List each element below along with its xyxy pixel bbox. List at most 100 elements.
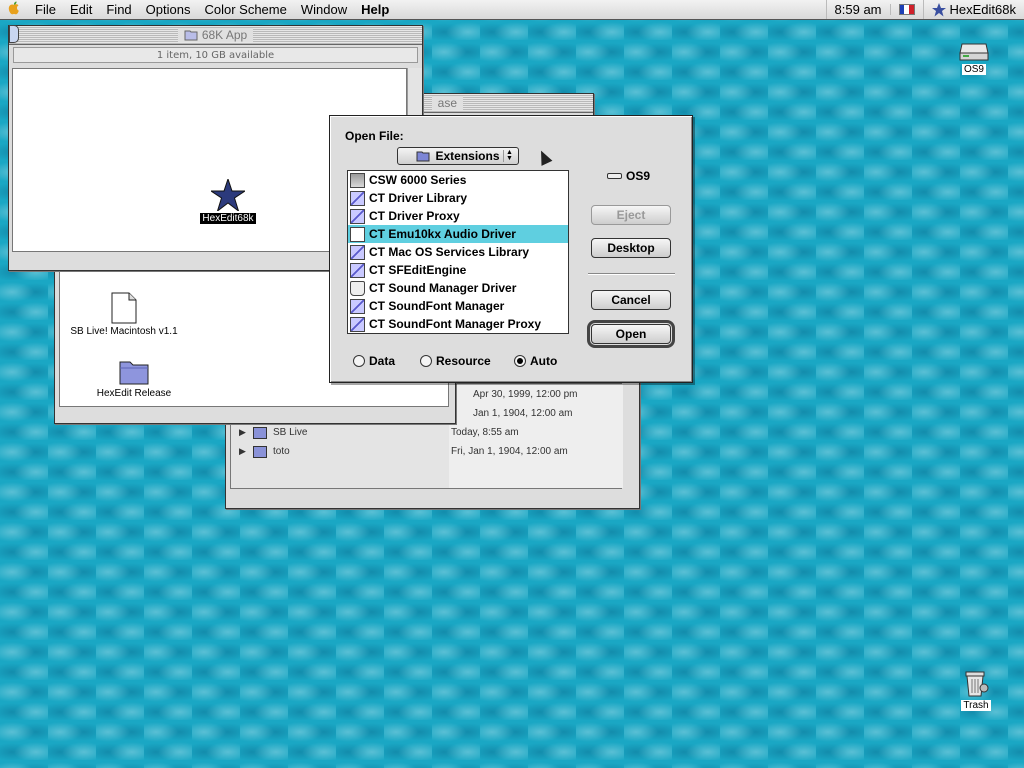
menu-window[interactable]: Window bbox=[294, 0, 354, 19]
data-radio[interactable]: Data bbox=[353, 354, 395, 368]
icon-label: HexEdit68k bbox=[200, 213, 256, 224]
french-flag-icon bbox=[898, 4, 915, 15]
open-file-dialog[interactable]: Open File: Extensions ▲ ▼ CSW 6000 Series… bbox=[329, 115, 693, 383]
dialog-separator bbox=[588, 273, 675, 275]
row-name: SB Live bbox=[273, 427, 308, 438]
extension-icon bbox=[350, 190, 365, 206]
file-name: CSW 6000 Series bbox=[369, 173, 467, 187]
file-name: CT Emu10kx Audio Driver bbox=[369, 227, 516, 241]
extension-icon bbox=[350, 298, 365, 314]
file-list-item[interactable]: CT SFEditEngine bbox=[348, 261, 568, 279]
folder-icon bbox=[253, 426, 267, 439]
application-menu[interactable]: HexEdit68k bbox=[922, 0, 1024, 19]
hard-disk-icon bbox=[959, 43, 989, 61]
row-date: Apr 30, 1999, 12:00 pm bbox=[473, 389, 578, 400]
file-name: CT Sound Manager Driver bbox=[369, 281, 517, 295]
window-title: ase bbox=[431, 96, 463, 110]
document-icon bbox=[350, 226, 365, 242]
file-list-item[interactable]: CT Driver Library bbox=[348, 189, 568, 207]
menu-bar: File Edit Find Options Color Scheme Wind… bbox=[0, 0, 1024, 20]
file-name: CT SoundFont Manager bbox=[369, 299, 505, 313]
folder-icon bbox=[253, 445, 267, 458]
extension-icon bbox=[350, 316, 365, 332]
auto-radio[interactable]: Auto bbox=[514, 354, 557, 368]
eject-button[interactable]: Eject bbox=[591, 205, 671, 225]
resource-radio[interactable]: Resource bbox=[420, 354, 491, 368]
file-list-item[interactable]: CT Sound Manager Driver bbox=[348, 279, 568, 297]
window-title-group: 68K App bbox=[177, 28, 254, 42]
icon-label: SB Live! Macintosh v1.1 bbox=[70, 326, 178, 337]
flag-stripe-red bbox=[908, 5, 914, 14]
folder-icon bbox=[119, 361, 149, 385]
trash-item[interactable]: Trash bbox=[954, 668, 998, 711]
file-name: CT SFEditEngine bbox=[369, 263, 467, 277]
list-row[interactable]: ▶ toto Fri, Jan 1, 1904, 12:00 am bbox=[231, 442, 623, 461]
trash-icon bbox=[965, 671, 989, 697]
radio-circle bbox=[420, 355, 432, 367]
list-row[interactable]: ▶ SB Live Today, 8:55 am bbox=[231, 423, 623, 442]
menu-help[interactable]: Help bbox=[354, 0, 396, 19]
row-date: Today, 8:55 am bbox=[451, 427, 519, 438]
installer-document-item[interactable]: SB Live! Macintosh v1.1 bbox=[64, 292, 184, 337]
row-date: Jan 1, 1904, 12:00 am bbox=[473, 408, 573, 419]
file-list-item[interactable]: CT SoundFont Manager bbox=[348, 297, 568, 315]
icon-label: Trash bbox=[961, 700, 991, 711]
dialog-label: Open File: bbox=[345, 129, 404, 143]
radio-circle bbox=[353, 355, 365, 367]
hexedit-app-icon bbox=[931, 2, 946, 16]
popup-arrows-icon: ▲ ▼ bbox=[503, 149, 515, 162]
extension-icon bbox=[350, 244, 365, 260]
folder-icon bbox=[184, 30, 198, 41]
file-name: CT Driver Proxy bbox=[369, 209, 460, 223]
window-title: 68K App bbox=[201, 28, 248, 42]
application-menu-label: HexEdit68k bbox=[949, 2, 1016, 17]
document-icon bbox=[111, 292, 137, 324]
file-list[interactable]: CSW 6000 Series CT Driver Library CT Drive… bbox=[347, 170, 569, 334]
open-button[interactable]: Open bbox=[587, 320, 675, 348]
apple-menu-icon[interactable] bbox=[0, 1, 28, 18]
location-popup-label: Extensions bbox=[435, 149, 500, 163]
icon-label: OS9 bbox=[961, 64, 986, 75]
disclosure-triangle-icon[interactable]: ▶ bbox=[239, 427, 246, 438]
radio-label: Resource bbox=[436, 354, 491, 368]
radio-circle bbox=[514, 355, 526, 367]
window-tab-icon[interactable] bbox=[9, 25, 19, 43]
extensions-folder-icon bbox=[416, 151, 430, 162]
disclosure-triangle-icon[interactable]: ▶ bbox=[239, 446, 246, 457]
menu-color-scheme[interactable]: Color Scheme bbox=[197, 0, 293, 19]
row-date: Fri, Jan 1, 1904, 12:00 am bbox=[451, 446, 568, 457]
printer-icon bbox=[350, 172, 365, 188]
extension-icon bbox=[350, 208, 365, 224]
radio-label: Data bbox=[369, 354, 396, 368]
radio-label: Auto bbox=[530, 354, 558, 368]
file-list-item[interactable]: CT Driver Proxy bbox=[348, 207, 568, 225]
file-list-rows: CSW 6000 Series CT Driver Library CT Drive… bbox=[348, 171, 568, 333]
app68k-window-titlebar[interactable]: 68K App bbox=[9, 26, 422, 45]
file-list-item[interactable]: CT Emu10kx Audio Driver bbox=[348, 225, 568, 243]
file-name: CT Driver Library bbox=[369, 191, 468, 205]
location-popup[interactable]: Extensions ▲ ▼ bbox=[397, 147, 519, 165]
menu-clock[interactable]: 8:59 am bbox=[825, 0, 890, 19]
hexedit68k-app-item[interactable]: HexEdit68k bbox=[193, 179, 263, 224]
menu-edit[interactable]: Edit bbox=[63, 0, 99, 19]
menu-find[interactable]: Find bbox=[99, 0, 138, 19]
control-panel-icon bbox=[350, 280, 365, 296]
star-app-icon bbox=[211, 179, 245, 211]
disk-icon bbox=[607, 173, 622, 179]
keyboard-layout-flag-icon[interactable] bbox=[889, 4, 923, 15]
desktop-button[interactable]: Desktop bbox=[591, 238, 671, 258]
volume-name: OS9 bbox=[626, 169, 651, 183]
file-name: CT SoundFont Manager Proxy bbox=[369, 317, 542, 331]
cancel-button[interactable]: Cancel bbox=[591, 290, 671, 310]
icon-label: HexEdit Release bbox=[96, 388, 172, 399]
os9-disk-item[interactable]: OS9 bbox=[954, 42, 994, 75]
menu-options[interactable]: Options bbox=[139, 0, 198, 19]
file-list-item[interactable]: CT Mac OS Services Library bbox=[348, 243, 568, 261]
hexedit-release-folder-item[interactable]: HexEdit Release bbox=[84, 356, 184, 399]
window-info-bar: 1 item, 10 GB available bbox=[13, 47, 418, 63]
file-list-item[interactable]: CT SoundFont Manager Proxy bbox=[348, 315, 568, 333]
file-list-item[interactable]: CSW 6000 Series bbox=[348, 171, 568, 189]
menu-file[interactable]: File bbox=[28, 0, 63, 19]
row-name: toto bbox=[273, 446, 290, 457]
extension-icon bbox=[350, 262, 365, 278]
